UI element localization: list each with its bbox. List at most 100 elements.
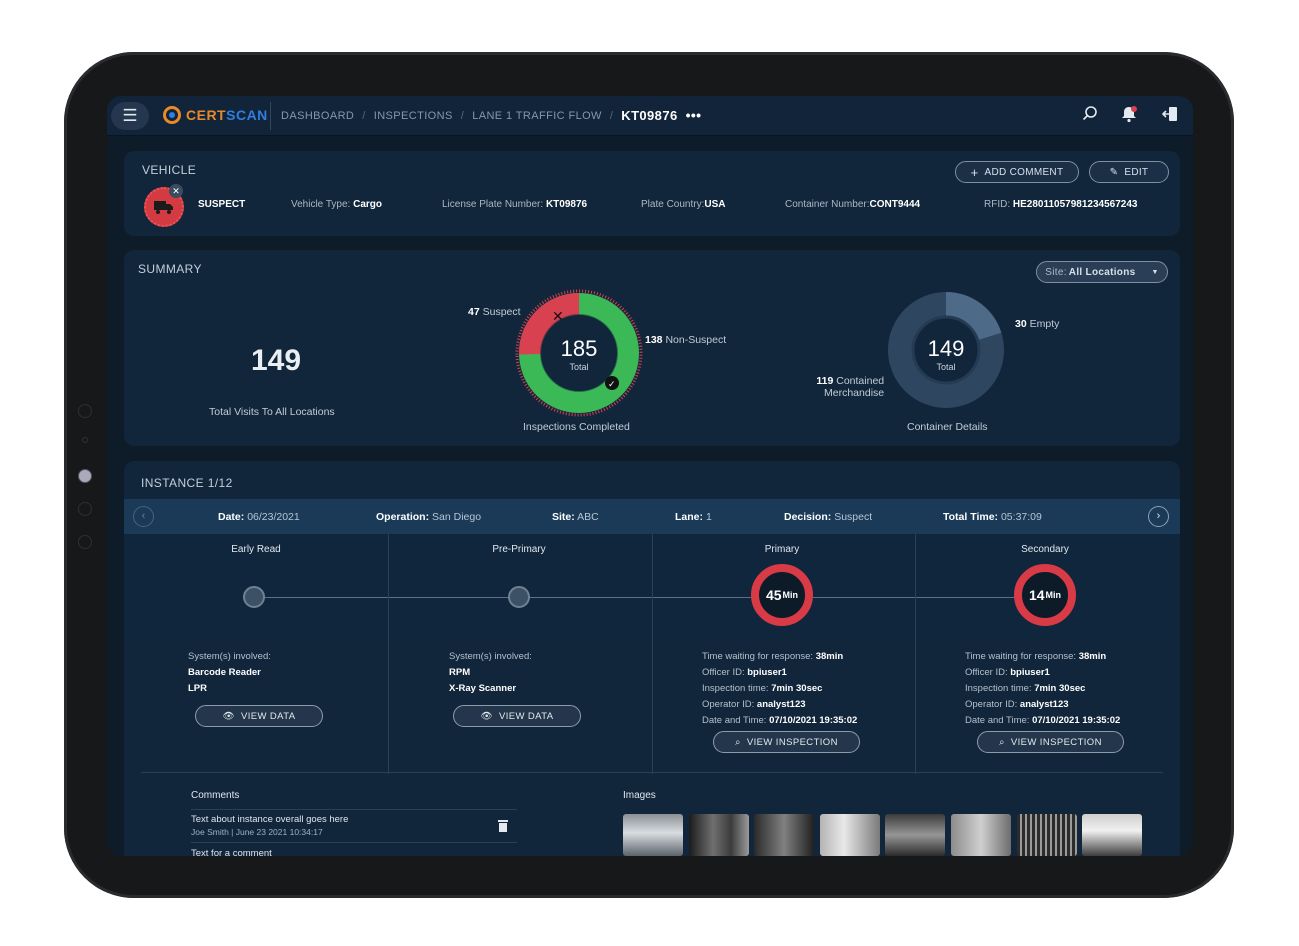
side-button: [78, 535, 92, 549]
menu-icon: ☰: [122, 106, 138, 125]
stage-node-secondary[interactable]: 14 Min: [1014, 564, 1076, 626]
plus-icon: +: [970, 164, 979, 180]
plate-country: Plate Country:USA: [641, 199, 726, 210]
logout-icon[interactable]: [1159, 105, 1181, 127]
view-data-button[interactable]: 👁 VIEW DATA: [453, 705, 581, 727]
breadcrumb-lane[interactable]: LANE 1 TRAFFIC FLOW: [472, 110, 602, 123]
contained-legend: 119 Contained Merchandise: [816, 375, 885, 399]
add-comment-button[interactable]: + ADD COMMENT: [955, 161, 1079, 183]
instance-site: Site: ABC: [552, 511, 599, 523]
stage-node-early-read[interactable]: [243, 586, 265, 608]
x-mark-icon: ✕: [552, 308, 564, 324]
suspect-legend: 47 Suspect: [468, 306, 521, 318]
instance-date: Date: 06/23/2021: [218, 511, 300, 523]
comment-text: Text about instance overall goes here: [191, 814, 349, 825]
inspections-total: 185 Total: [560, 336, 598, 372]
trash-icon[interactable]: [497, 819, 509, 835]
image-thumbnail[interactable]: [689, 814, 749, 856]
column-divider: [388, 534, 389, 774]
instance-total-time: Total Time: 05:37:09: [943, 511, 1042, 523]
chevron-right-icon: ›: [1156, 510, 1161, 522]
image-thumbnail[interactable]: [951, 814, 1011, 856]
breadcrumb-separator: /: [460, 110, 465, 122]
site-select-label: Site:: [1045, 266, 1067, 278]
comment-meta: Joe Smith | June 23 2021 10:34:17: [191, 827, 323, 837]
more-options-button[interactable]: •••: [686, 107, 702, 123]
instance-info-bar: ‹ Date: 06/23/2021 Operation: San Diego …: [124, 499, 1180, 534]
image-thumbnail[interactable]: [754, 814, 814, 856]
view-inspection-button[interactable]: ⌕ VIEW INSPECTION: [977, 731, 1124, 753]
next-instance-button[interactable]: ›: [1148, 506, 1169, 527]
stage-node-pre-primary[interactable]: [508, 586, 530, 608]
section-divider: [141, 772, 1163, 773]
vehicle-title: VEHICLE: [142, 163, 197, 177]
side-dot: [82, 437, 88, 443]
divider: [191, 809, 517, 810]
pre-primary-details: System(s) involved: RPM X-Ray Scanner: [449, 651, 532, 694]
inspections-caption: Inspections Completed: [523, 421, 630, 433]
images-title: Images: [623, 790, 656, 801]
timeline-line: [254, 597, 1046, 598]
top-navigation-bar: ☰ CERT SCAN DASHBOARD / INSPECTIONS / LAN…: [107, 96, 1193, 136]
comments-title: Comments: [191, 790, 240, 801]
vehicle-status: SUSPECT: [198, 199, 246, 210]
hamburger-menu-button[interactable]: ☰: [111, 102, 149, 130]
divider: [191, 842, 517, 843]
close-icon[interactable]: ✕: [169, 184, 183, 198]
rfid: RFID: HE28011057981234567243: [984, 199, 1138, 210]
stage-title-pre-primary: Pre-Primary: [492, 544, 546, 555]
comment-text: Text for a comment: [191, 848, 272, 856]
instance-operation: Operation: San Diego: [376, 511, 482, 523]
container-total: 149 Total: [927, 336, 965, 372]
image-thumbnail[interactable]: [623, 814, 683, 856]
secondary-details: Time waiting for response: 38min Officer…: [965, 651, 1121, 726]
inspect-icon: ⌕: [735, 736, 741, 748]
notification-bell-icon[interactable]: [1118, 105, 1140, 127]
app-screen: ☰ CERT SCAN DASHBOARD / INSPECTIONS / LAN…: [107, 96, 1193, 856]
certscan-logo[interactable]: CERT SCAN: [163, 106, 268, 124]
early-read-details: System(s) involved: Barcode Reader LPR: [188, 651, 271, 694]
breadcrumb-dashboard[interactable]: DASHBOARD: [281, 110, 354, 123]
logo-text-cert: CERT: [186, 107, 227, 123]
image-thumbnail[interactable]: [1082, 814, 1142, 856]
column-divider: [915, 534, 916, 774]
instance-decision: Decision: Suspect: [784, 511, 873, 523]
previous-instance-button[interactable]: ‹: [133, 506, 154, 527]
image-thumbnail[interactable]: [1017, 814, 1077, 856]
edit-label: EDIT: [1124, 166, 1149, 178]
site-select-value: All Locations: [1068, 266, 1136, 278]
view-data-button[interactable]: 👁 VIEW DATA: [195, 705, 323, 727]
vehicle-card: VEHICLE + ADD COMMENT ✎ EDIT ✕ SUSPECT Veh…: [124, 151, 1180, 236]
instance-lane: Lane: 1: [675, 511, 712, 523]
pencil-icon: ✎: [1109, 166, 1119, 178]
side-button: [78, 404, 92, 418]
breadcrumb-inspections[interactable]: INSPECTIONS: [374, 110, 453, 123]
view-inspection-button[interactable]: ⌕ VIEW INSPECTION: [713, 731, 860, 753]
column-divider: [652, 534, 653, 774]
edit-button[interactable]: ✎ EDIT: [1089, 161, 1169, 183]
image-thumbnail[interactable]: [820, 814, 880, 856]
shield-check-icon: ✓: [608, 380, 616, 390]
eye-icon: 👁: [480, 710, 493, 722]
non-suspect-legend: 138 Non-Suspect: [645, 334, 727, 346]
summary-title: SUMMARY: [138, 262, 202, 276]
vehicle-type: Vehicle Type: Cargo: [291, 199, 382, 210]
inspect-icon: ⌕: [999, 736, 1005, 748]
stage-node-primary[interactable]: 45 Min: [751, 564, 813, 626]
search-icon[interactable]: [1079, 105, 1101, 127]
side-button: [78, 502, 92, 516]
stage-title-secondary: Secondary: [1021, 544, 1069, 555]
eye-icon: 👁: [222, 710, 235, 722]
add-comment-label: ADD COMMENT: [984, 166, 1064, 178]
summary-card: SUMMARY Site: All Locations ▼ 149 Total Vi…: [124, 250, 1180, 446]
container-number: Container Number:CONT9444: [785, 199, 921, 210]
container-caption: Container Details: [907, 421, 988, 433]
license-plate: License Plate Number: KT09876: [442, 199, 588, 210]
stage-title-primary: Primary: [764, 544, 800, 555]
image-thumbnail[interactable]: [885, 814, 945, 856]
primary-details: Time waiting for response: 38min Officer…: [702, 651, 858, 726]
breadcrumb: DASHBOARD / INSPECTIONS / LANE 1 TRAFFIC…: [281, 107, 702, 123]
site-select[interactable]: Site: All Locations ▼: [1036, 261, 1168, 283]
empty-legend: 30 Empty: [1015, 318, 1060, 330]
chevron-left-icon: ‹: [141, 510, 146, 522]
